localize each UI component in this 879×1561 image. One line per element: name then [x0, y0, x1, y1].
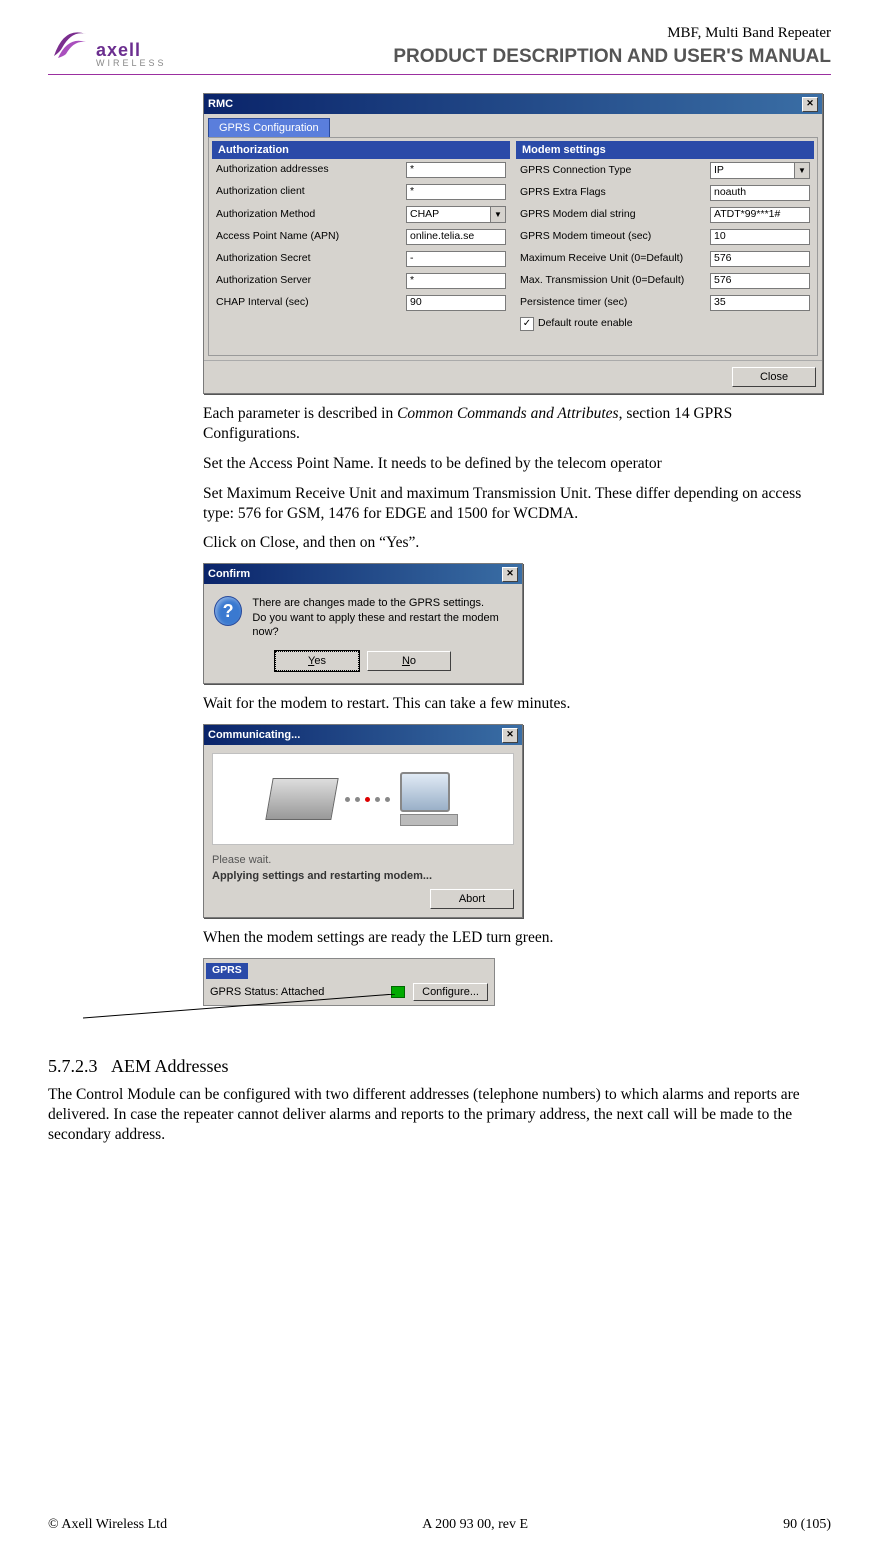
authorization-header: Authorization [212, 141, 510, 159]
input-auth-client[interactable]: * [406, 184, 506, 200]
comm-status-text: Applying settings and restarting modem..… [212, 869, 514, 883]
paragraph: Set the Access Point Name. It needs to b… [203, 454, 831, 474]
brand-logo: axell WIRELESS [48, 24, 167, 68]
label-modem-timeout: GPRS Modem timeout (sec) [520, 230, 704, 243]
logo-swirl-icon [48, 24, 92, 68]
chevron-down-icon: ▼ [794, 163, 809, 178]
confirm-dialog: Confirm ✕ ? There are changes made to th… [203, 563, 523, 684]
label-default-route: Default route enable [538, 317, 633, 330]
label-dial-string: GPRS Modem dial string [520, 208, 704, 221]
close-button[interactable]: Close [732, 367, 816, 387]
abort-button[interactable]: Abort [430, 889, 514, 909]
input-dial-string[interactable]: ATDT*99***1# [710, 207, 810, 223]
footer-docnum: A 200 93 00, rev E [422, 1517, 528, 1533]
footer-page: 90 (105) [783, 1517, 831, 1533]
input-chap-interval[interactable]: 90 [406, 295, 506, 311]
label-auth-addresses: Authorization addresses [216, 163, 400, 176]
label-auth-secret: Authorization Secret [216, 252, 400, 265]
label-conn-type: GPRS Connection Type [520, 164, 704, 177]
communicating-dialog: Communicating... ✕ Please wait. Apply [203, 724, 523, 918]
modem-icon [265, 778, 338, 820]
select-auth-method[interactable]: CHAP▼ [406, 206, 506, 223]
select-conn-type[interactable]: IP▼ [710, 162, 810, 179]
computer-icon [400, 772, 450, 812]
rmc-title: RMC [208, 97, 233, 111]
no-button[interactable]: No [367, 651, 451, 671]
input-persist[interactable]: 35 [710, 295, 810, 311]
input-extra-flags[interactable]: noauth [710, 185, 810, 201]
label-auth-method: Authorization Method [216, 208, 400, 221]
input-auth-server[interactable]: * [406, 273, 506, 289]
chevron-down-icon: ▼ [490, 207, 505, 222]
product-title: MBF, Multi Band Repeater [393, 25, 831, 42]
brand-name: axell [96, 41, 167, 59]
paragraph: Wait for the modem to restart. This can … [203, 694, 831, 714]
configure-button[interactable]: Configure... [413, 983, 488, 1001]
confirm-message: There are changes made to the GPRS setti… [252, 596, 512, 639]
close-icon[interactable]: ✕ [502, 567, 518, 582]
paragraph: When the modem settings are ready the LE… [203, 928, 831, 948]
communication-graphic [212, 753, 514, 845]
close-icon[interactable]: ✕ [502, 728, 518, 743]
label-persist: Persistence timer (sec) [520, 296, 704, 309]
confirm-titlebar: Confirm ✕ [204, 564, 522, 584]
gprs-header: GPRS [206, 963, 248, 978]
label-mtu: Max. Transmission Unit (0=Default) [520, 274, 704, 287]
checkbox-default-route[interactable]: ✓ Default route enable [516, 314, 814, 334]
question-icon: ? [214, 596, 242, 626]
input-apn[interactable]: online.telia.se [406, 229, 506, 245]
label-extra-flags: GPRS Extra Flags [520, 186, 704, 199]
tab-gprs-config[interactable]: GPRS Configuration [208, 118, 330, 137]
close-icon[interactable]: ✕ [802, 97, 818, 112]
yes-button[interactable]: Yes [275, 651, 359, 671]
rmc-titlebar: RMC ✕ [204, 94, 822, 114]
header-divider [48, 74, 831, 75]
comm-title: Communicating... [208, 728, 300, 742]
paragraph: Each parameter is described in Common Co… [203, 404, 831, 444]
input-auth-addresses[interactable]: * [406, 162, 506, 178]
input-modem-timeout[interactable]: 10 [710, 229, 810, 245]
section-heading: 5.7.2.3 AEM Addresses [48, 1056, 831, 1077]
footer-copyright: © Axell Wireless Ltd [48, 1517, 167, 1533]
paragraph: Click on Close, and then on “Yes”. [203, 533, 831, 553]
comm-titlebar: Communicating... ✕ [204, 725, 522, 745]
modem-settings-panel: Modem settings GPRS Connection Type IP▼ G… [516, 141, 814, 334]
product-subtitle: PRODUCT DESCRIPTION AND USER'S MANUAL [393, 46, 831, 68]
label-apn: Access Point Name (APN) [216, 230, 400, 243]
brand-sub: WIRELESS [96, 59, 167, 68]
label-auth-server: Authorization Server [216, 274, 400, 287]
rmc-window: RMC ✕ GPRS Configuration Authorization A… [203, 93, 823, 394]
modem-settings-header: Modem settings [516, 141, 814, 159]
label-auth-client: Authorization client [216, 185, 400, 198]
input-mru[interactable]: 576 [710, 251, 810, 267]
authorization-panel: Authorization Authorization addresses * A… [212, 141, 510, 334]
paragraph: Set Maximum Receive Unit and maximum Tra… [203, 484, 831, 524]
confirm-title: Confirm [208, 567, 250, 581]
section-body: The Control Module can be configured wit… [48, 1085, 831, 1144]
checkmark-icon: ✓ [520, 317, 534, 331]
label-mru: Maximum Receive Unit (0=Default) [520, 252, 704, 265]
input-mtu[interactable]: 576 [710, 273, 810, 289]
comm-wait-text: Please wait. [212, 853, 514, 867]
input-auth-secret[interactable]: - [406, 251, 506, 267]
label-chap-interval: CHAP Interval (sec) [216, 296, 400, 309]
